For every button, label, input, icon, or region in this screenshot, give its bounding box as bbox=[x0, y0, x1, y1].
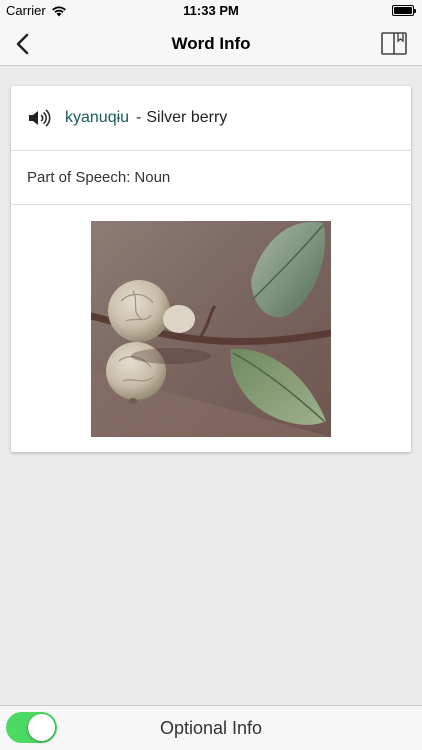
word-separator: - bbox=[136, 109, 142, 126]
word-english: Silver berry bbox=[146, 109, 228, 126]
part-of-speech-row: Part of Speech: Noun bbox=[11, 151, 411, 205]
word-card: kyanuqɨu - Silver berry Part of Speech: … bbox=[11, 86, 411, 452]
word-native: kyanuqɨu bbox=[65, 109, 130, 126]
part-of-speech-value: Noun bbox=[134, 169, 171, 186]
part-of-speech-label: Part of Speech: bbox=[27, 169, 131, 186]
image-area bbox=[11, 205, 411, 451]
battery-icon bbox=[392, 5, 416, 16]
status-right bbox=[392, 5, 416, 16]
bottom-bar: Optional Info bbox=[0, 705, 422, 750]
book-icon[interactable] bbox=[380, 30, 408, 58]
page-title: Word Info bbox=[171, 34, 251, 53]
optional-info-label: Optional Info bbox=[159, 718, 263, 738]
status-time: 11:33 PM bbox=[183, 3, 239, 18]
word-photo bbox=[91, 221, 331, 437]
nav-bar: Word Info bbox=[0, 22, 422, 66]
speaker-icon[interactable] bbox=[27, 108, 51, 128]
status-bar: Carrier 11:33 PM bbox=[0, 0, 422, 22]
word-row: kyanuqɨu - Silver berry bbox=[11, 86, 411, 151]
